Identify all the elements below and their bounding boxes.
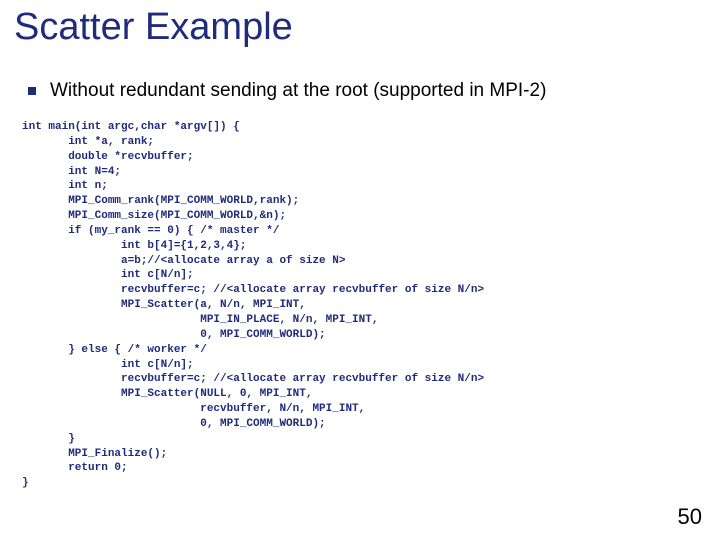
code-block: int main(int argc,char *argv[]) { int *a…	[22, 120, 484, 491]
bullet-icon	[28, 87, 36, 95]
page-number: 50	[678, 504, 702, 530]
bullet-text: Without redundant sending at the root (s…	[50, 80, 546, 102]
bullet-row: Without redundant sending at the root (s…	[28, 80, 546, 102]
slide: Scatter Example Without redundant sendin…	[0, 0, 720, 540]
slide-title: Scatter Example	[14, 6, 293, 49]
